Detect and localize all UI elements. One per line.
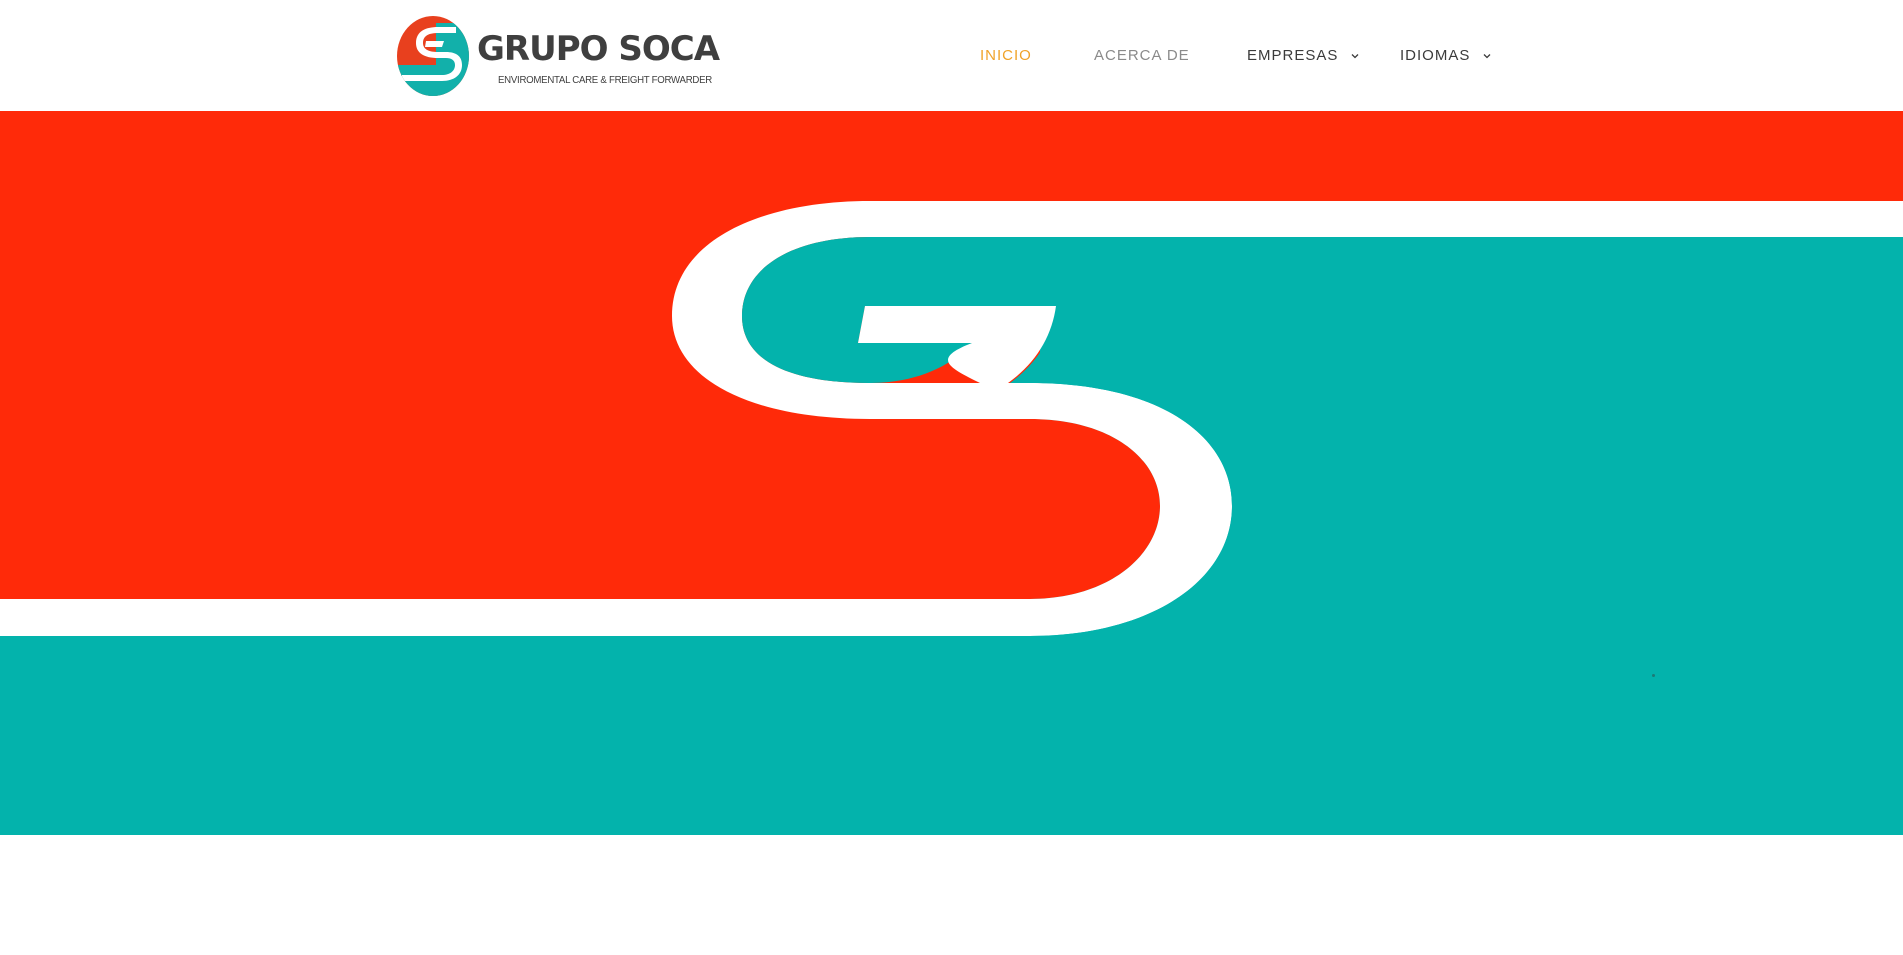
- site-header: GRUPO SOCA ENVIROMENTAL CARE & FREIGHT F…: [0, 0, 1903, 111]
- nav-item-label: INICIO: [980, 47, 1032, 64]
- nav-item-inicio[interactable]: INICIO: [980, 44, 1032, 68]
- page: GRUPO SOCA ENVIROMENTAL CARE & FREIGHT F…: [0, 0, 1903, 955]
- chevron-down-icon: [1351, 54, 1358, 59]
- main-navigation: INICIO ACERCA DE EMPRESAS IDIOMAS: [0, 44, 1903, 68]
- nav-item-empresas[interactable]: EMPRESAS: [1247, 44, 1360, 68]
- hero-dot-marker: [1652, 674, 1655, 677]
- hero-banner: [0, 111, 1903, 835]
- nav-item-idiomas[interactable]: IDIOMAS: [1400, 44, 1492, 68]
- chevron-down-icon: [1483, 54, 1490, 59]
- nav-item-acerca-de[interactable]: ACERCA DE: [1094, 44, 1190, 68]
- nav-item-label: ACERCA DE: [1094, 47, 1190, 64]
- logo-tagline: ENVIROMENTAL CARE & FREIGHT FORWARDER: [498, 74, 712, 86]
- nav-item-label: EMPRESAS: [1247, 47, 1339, 64]
- grupo-soca-brand-banner: [0, 111, 1903, 835]
- nav-item-label: IDIOMAS: [1400, 47, 1471, 64]
